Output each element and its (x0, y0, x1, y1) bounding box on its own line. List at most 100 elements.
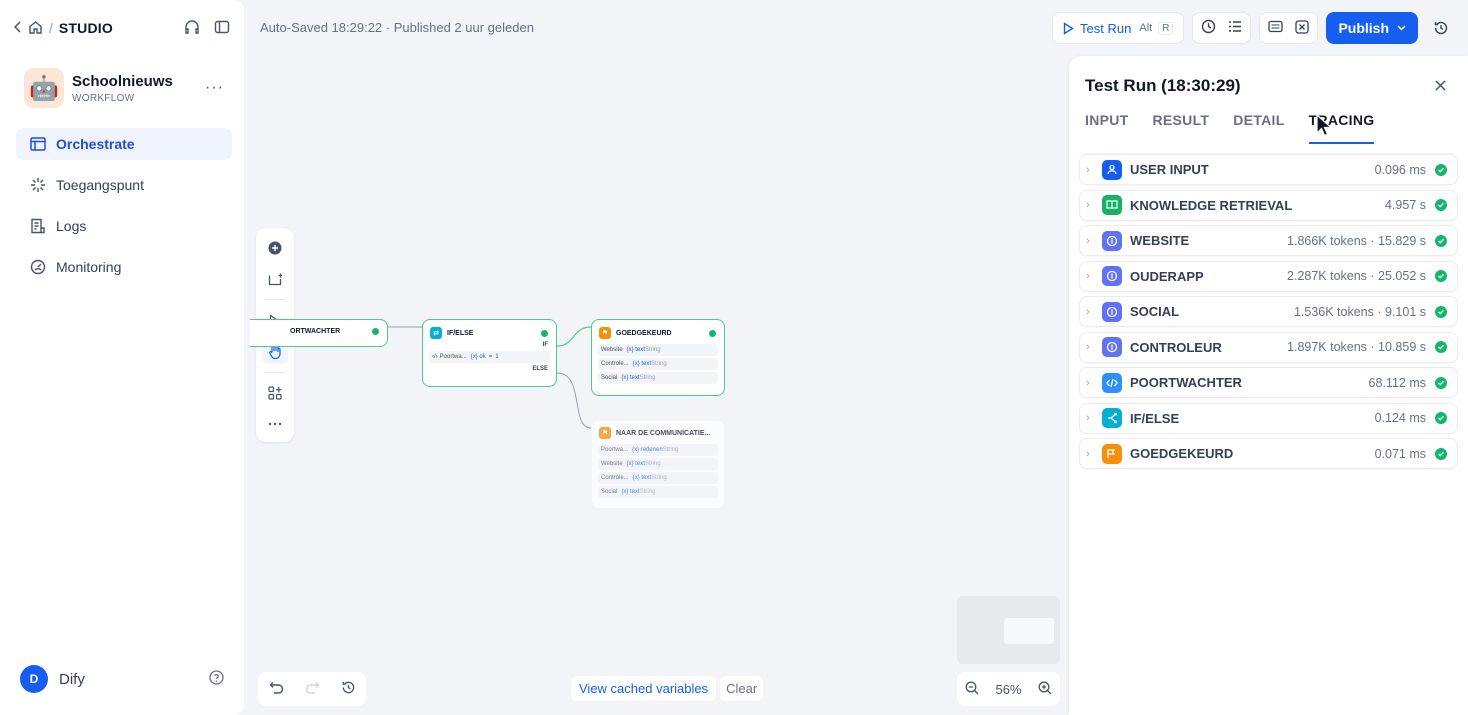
var-field: {x} text (621, 489, 640, 495)
var-type: String (651, 361, 667, 367)
code-icon (1102, 372, 1122, 393)
var-type: String (639, 489, 656, 495)
code-icon: ‹/› (432, 354, 438, 360)
llm-icon (1102, 230, 1122, 251)
var-field: {x} redenen (632, 447, 663, 453)
var-field: {x} text (626, 461, 645, 467)
trace-name: KNOWLEDGE RETRIEVAL (1130, 197, 1293, 213)
branch-icon (1102, 408, 1122, 428)
trace-meta: 2.287K tokens · 25.052 s (1287, 269, 1426, 283)
trace-meta: 4.957 s (1384, 198, 1426, 212)
var-field: {x} text (621, 375, 640, 381)
node-title: NAAR DE COMMUNICATIE... (616, 429, 711, 437)
node-title: IF/ELSE (447, 329, 474, 337)
chevron-right-icon[interactable]: › (1086, 235, 1102, 247)
trace-row[interactable]: › CONTROLEUR 1.897K tokens · 10.859 s (1079, 331, 1458, 363)
chevron-right-icon[interactable]: › (1086, 199, 1102, 211)
var-type: String (651, 475, 667, 481)
trace-row[interactable]: › OUDERAPP 2.287K tokens · 25.052 s (1079, 260, 1458, 292)
edge (556, 326, 592, 347)
trace-row[interactable]: › SOCIAL 1.536K tokens · 9.101 s (1079, 296, 1458, 327)
node-goedgekeurd[interactable]: ⚑ GOEDGEKEURD Website {x} text String Cont… (591, 319, 725, 396)
success-check-icon (1435, 163, 1447, 176)
var-name: Website (601, 461, 623, 467)
success-check-icon (1435, 447, 1447, 460)
chevron-right-icon[interactable]: › (1086, 448, 1102, 460)
minimap-viewport (1004, 618, 1054, 644)
output-var: Controle... {x} text String (598, 358, 718, 370)
output-var: Controle... {x} text String (598, 472, 718, 484)
success-icon (541, 329, 548, 337)
tab-detail[interactable]: DETAIL (1233, 112, 1284, 144)
test-run-panel: Test Run (18:30:29) INPUT RESULT DETAIL … (1069, 56, 1468, 715)
redo-icon[interactable] (305, 681, 320, 698)
trace-name: GOEDGEKEURD (1130, 446, 1234, 461)
undo-icon[interactable] (269, 681, 284, 698)
chevron-right-icon[interactable]: › (1086, 412, 1102, 424)
node-communicatie[interactable]: ⚑ NAAR DE COMMUNICATIE... Poortwa... {x} … (591, 420, 725, 509)
var-type: String (639, 375, 656, 381)
trace-row[interactable]: › GOEDGEKEURD 0.071 ms (1079, 438, 1458, 469)
trace-row[interactable]: › USER INPUT 0.096 ms (1079, 154, 1458, 185)
condition-op: = (488, 354, 493, 360)
end-icon: ⚑ (599, 327, 611, 339)
var-field: {x} text (626, 347, 645, 353)
trace-meta: 0.124 ms (1374, 411, 1426, 425)
chevron-right-icon[interactable]: › (1086, 341, 1102, 353)
view-cached-variables-button[interactable]: View cached variables (571, 676, 717, 701)
node-poortwachter[interactable]: ORTWACHTER (250, 319, 388, 347)
success-icon (372, 328, 379, 335)
var-field: {x} text (632, 361, 652, 367)
edge (556, 372, 592, 429)
condition-field: {x} ok (470, 354, 486, 360)
clear-button[interactable]: Clear (720, 676, 764, 701)
end-icon (1102, 443, 1122, 464)
chevron-right-icon[interactable]: › (1086, 377, 1102, 389)
trace-row[interactable]: › KNOWLEDGE RETRIEVAL 4.957 s (1079, 189, 1458, 221)
var-type: String (644, 347, 661, 353)
trace-row[interactable]: › WEBSITE 1.866K tokens · 15.829 s (1079, 225, 1458, 256)
panel-title: Test Run (18:30:29) (1085, 76, 1241, 95)
end-icon: ⚑ (599, 427, 611, 439)
var-type: String (662, 447, 679, 453)
var-name: Controle... (601, 361, 629, 367)
var-name: Website (601, 347, 623, 353)
minimap[interactable] (957, 596, 1060, 664)
history-icon[interactable] (341, 680, 356, 698)
trace-name: OUDERAPP (1130, 268, 1204, 284)
trace-row[interactable]: › IF/ELSE 0.124 ms (1079, 402, 1458, 434)
node-ifelse[interactable]: ⇄ IF/ELSE IF ‹/› Poortwa... {x} ok = 1 E… (422, 319, 557, 387)
book-icon (1102, 195, 1122, 215)
tab-input[interactable]: INPUT (1085, 112, 1129, 144)
branch-icon: ⇄ (430, 327, 442, 339)
success-check-icon (1435, 199, 1447, 211)
success-icon (709, 329, 716, 337)
llm-icon (1102, 301, 1122, 322)
var-name: Social (601, 489, 618, 495)
node-title: GOEDGEKEURD (616, 329, 672, 337)
zoom-in-icon[interactable] (1038, 681, 1052, 698)
output-var: Social {x} text String (598, 372, 718, 384)
success-check-icon (1435, 234, 1447, 247)
var-field: {x} text (632, 475, 652, 481)
chevron-right-icon[interactable]: › (1086, 270, 1102, 282)
user-icon (1102, 159, 1122, 180)
var-name: Poortwa... (601, 447, 629, 453)
trace-meta: 1.536K tokens · 9.101 s (1293, 304, 1426, 319)
chevron-right-icon[interactable]: › (1086, 164, 1102, 176)
zoom-level[interactable]: 56% (995, 682, 1021, 697)
condition-value: 1 (495, 354, 499, 360)
condition: ‹/› Poortwa... {x} ok = 1 (429, 351, 550, 363)
if-label: IF (542, 342, 548, 348)
output-var: Website {x} text String (598, 344, 718, 356)
tab-result[interactable]: RESULT (1153, 112, 1210, 144)
chevron-right-icon[interactable]: › (1086, 306, 1102, 318)
close-icon[interactable] (1435, 78, 1446, 94)
trace-name: USER INPUT (1130, 162, 1209, 177)
output-var: Social {x} text String (598, 486, 718, 498)
trace-meta: 0.096 ms (1374, 162, 1426, 177)
success-check-icon (1435, 270, 1447, 282)
zoom-out-icon[interactable] (965, 681, 979, 698)
trace-meta: 68.112 ms (1368, 375, 1426, 390)
trace-row[interactable]: › POORTWACHTER 68.112 ms (1079, 367, 1458, 398)
